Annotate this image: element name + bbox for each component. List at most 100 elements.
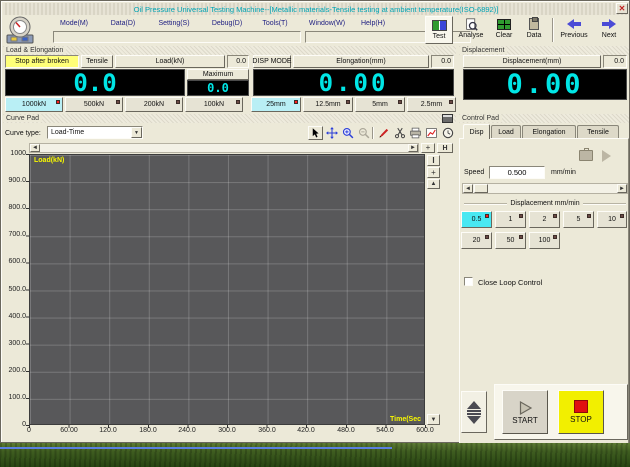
y-tick-label: 1000 [1, 150, 26, 157]
menu-mode[interactable]: Mode(M) [53, 17, 95, 30]
toolbar-analyse-button[interactable]: Analyse [455, 16, 487, 44]
led-indicator [553, 214, 557, 218]
elongation-display: 0.00 [253, 69, 454, 96]
next-arrow-icon [602, 17, 616, 31]
menu-help[interactable]: Help(H) [353, 17, 393, 30]
chart-pan-vertical-button[interactable]: + [427, 167, 440, 178]
scroll-up-icon[interactable]: ▲ [427, 179, 440, 189]
maximize-icon[interactable] [442, 114, 453, 123]
control-pad-caption: Control Pad [459, 114, 629, 123]
stop-after-broken-indicator[interactable]: Stop after broken [5, 55, 79, 68]
close-loop-checkbox[interactable] [464, 277, 473, 286]
window-title: Oil Pressure Universal Testing Machine--… [134, 5, 499, 14]
speed-10-button[interactable]: 10 [597, 211, 627, 228]
speed-100-button[interactable]: 100 [529, 232, 560, 249]
run-play-icon [602, 150, 611, 162]
elongation-range-12-5mm-button[interactable]: 12.5mm [303, 97, 353, 112]
tensile-button[interactable]: Tensile [81, 55, 113, 68]
toolbar-data-button[interactable]: Data [521, 16, 547, 44]
speed-label: Speed [464, 169, 484, 176]
menu-data[interactable]: Data(D) [103, 17, 143, 30]
led-indicator [294, 100, 298, 104]
stop-button[interactable]: STOP [558, 390, 604, 434]
chart-pan-button[interactable]: + [421, 143, 435, 153]
speed-input[interactable] [489, 166, 545, 179]
speed-slider[interactable]: ◄ ► [462, 183, 628, 194]
speed-20-button[interactable]: 20 [461, 232, 492, 249]
slider-left-icon[interactable]: ◄ [463, 184, 473, 193]
jog-up-down-button[interactable] [461, 391, 487, 433]
chart-plot-area: Load(kN) Time(Sec [29, 154, 425, 425]
zoom-in-icon[interactable] [340, 126, 355, 140]
fit-vertical-button[interactable]: I [427, 155, 440, 166]
tab-load[interactable]: Load [491, 125, 521, 138]
pen-icon[interactable] [376, 126, 391, 140]
x-tick-label: 120.0 [90, 427, 126, 434]
scissors-icon[interactable] [392, 126, 407, 140]
tab-tensile[interactable]: Tensile [577, 125, 619, 138]
slider-thumb[interactable] [474, 184, 488, 193]
menu-window[interactable]: Window(W) [303, 17, 351, 30]
disp-mode-label: DISP MODE [253, 55, 291, 68]
speed-0-5-button[interactable]: 0.5 [461, 211, 492, 228]
printer-icon[interactable] [408, 126, 423, 140]
x-tick-label: 300.0 [209, 427, 245, 434]
elongation-range-2-5mm-button[interactable]: 2.5mm [407, 97, 456, 112]
load-header: Load(kN) [115, 55, 225, 68]
speed-5-button[interactable]: 5 [563, 211, 594, 228]
close-loop-label: Close Loop Control [478, 278, 542, 287]
load-elongation-caption: Load & Elongation [3, 46, 456, 55]
pan-icon[interactable] [324, 126, 339, 140]
elongation-peek-value: 0.0 [431, 55, 454, 68]
chevron-down-icon[interactable]: ▼ [131, 127, 142, 138]
menu-tools[interactable]: Tools(T) [255, 17, 295, 30]
scroll-right-icon[interactable]: ► [408, 144, 418, 152]
toolbar-test-button[interactable]: Test [425, 16, 453, 44]
led-indicator [587, 214, 591, 218]
y-tick-label: 600.0 [1, 258, 26, 265]
close-icon[interactable]: ✕ [616, 3, 628, 14]
load-range-500kn-button[interactable]: 500kN [65, 97, 123, 112]
speed-1-button[interactable]: 1 [495, 211, 526, 228]
led-indicator [553, 235, 557, 239]
data-icon [529, 17, 539, 31]
load-peek-value: 0.0 [227, 55, 249, 68]
toolbar-next-button[interactable]: Next [595, 16, 623, 44]
x-tick-label: 480.0 [328, 427, 364, 434]
load-range-100kn-button[interactable]: 100kN [185, 97, 243, 112]
start-button[interactable]: START [502, 390, 548, 434]
displacement-group-label: Displacement mm/min [461, 200, 629, 207]
y-tick-label: 700.0 [1, 231, 26, 238]
scroll-left-icon[interactable]: ◄ [30, 144, 40, 152]
x-tick-label: 360.0 [249, 427, 285, 434]
menu-strip-left [53, 31, 301, 43]
speed-2-button[interactable]: 2 [529, 211, 560, 228]
curve-type-label: Curve type: [5, 127, 45, 139]
cursor-icon[interactable] [308, 126, 323, 140]
load-range-1000kn-button[interactable]: 1000kN [5, 97, 63, 112]
elongation-range-25mm-button[interactable]: 25mm [251, 97, 301, 112]
toolbar-clear-button[interactable]: Clear [491, 16, 517, 44]
x-tick-label: 240.0 [169, 427, 205, 434]
tab-disp[interactable]: Disp [463, 124, 490, 139]
time-axis-dropdown-icon[interactable]: ▼ [427, 414, 440, 425]
toolbar-previous-button[interactable]: Previous [557, 16, 591, 44]
menu-setting[interactable]: Setting(S) [151, 17, 197, 30]
load-range-200kn-button[interactable]: 200kN [125, 97, 183, 112]
report-icon[interactable] [424, 126, 439, 140]
desktop-horizontal-line [0, 447, 392, 449]
speed-50-button[interactable]: 50 [495, 232, 526, 249]
tab-elongation[interactable]: Elongation [522, 125, 576, 138]
menu-debug[interactable]: Debug(D) [205, 17, 249, 30]
curve-toolbar-separator [372, 127, 374, 139]
clock-icon[interactable] [440, 126, 455, 140]
led-indicator [485, 214, 489, 218]
zoom-out-icon[interactable] [356, 126, 371, 140]
led-indicator [56, 100, 60, 104]
chart-horizontal-scrollbar[interactable]: ◄ ► [29, 143, 419, 153]
elongation-range-5mm-button[interactable]: 5mm [355, 97, 405, 112]
curve-type-dropdown[interactable]: Load-Time ▼ [47, 126, 143, 139]
led-indicator [620, 214, 624, 218]
slider-right-icon[interactable]: ► [617, 184, 627, 193]
fit-horizontal-button[interactable]: H [437, 143, 453, 153]
